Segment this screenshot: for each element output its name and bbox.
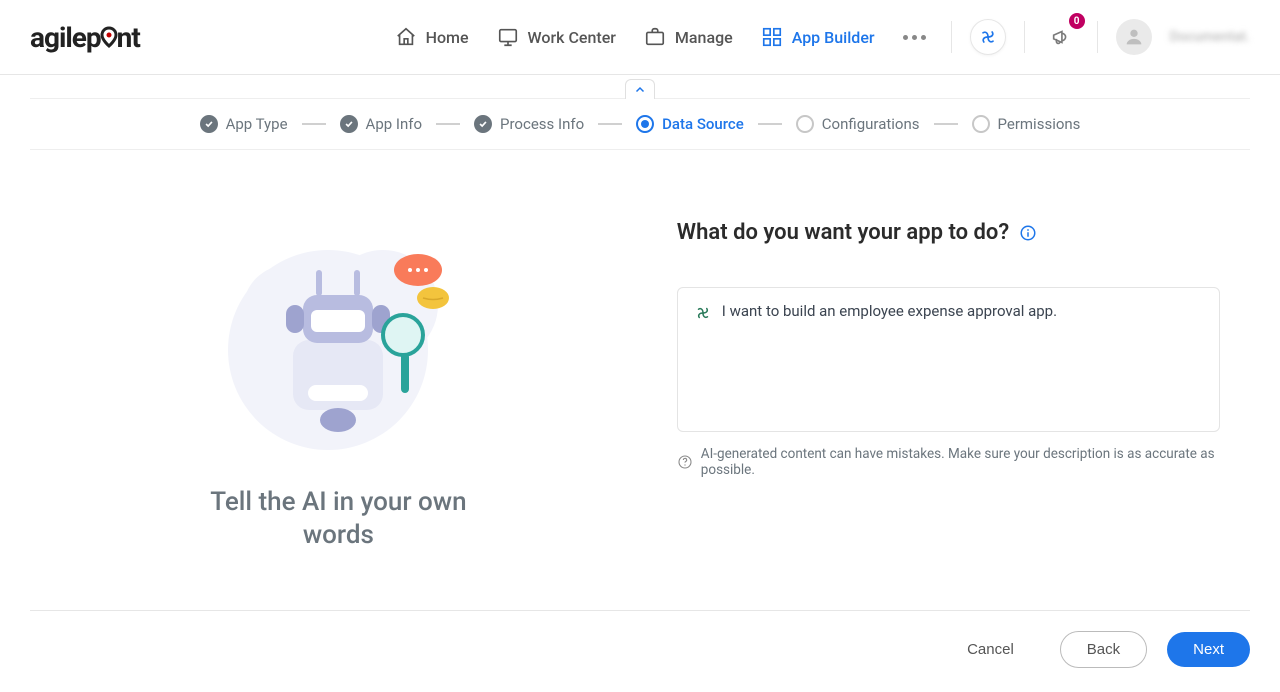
- nav-app-builder[interactable]: App Builder: [761, 26, 875, 48]
- step-label: Permissions: [998, 115, 1081, 133]
- nav-more[interactable]: [903, 35, 926, 40]
- dot-icon: [903, 35, 908, 40]
- help-icon: [677, 454, 693, 470]
- next-button[interactable]: Next: [1167, 632, 1250, 667]
- step-label: Data Source: [662, 115, 744, 133]
- divider: [951, 21, 952, 53]
- step-separator: [302, 123, 326, 125]
- info-icon[interactable]: [1019, 224, 1037, 242]
- step-label: Configurations: [822, 115, 920, 133]
- left-column: Tell the AI in your own words: [60, 210, 617, 551]
- brand-logo: agilep nt: [30, 21, 140, 54]
- empty-circle-icon: [972, 115, 990, 133]
- illustration-tagline: Tell the AI in your own words: [188, 486, 488, 551]
- step-label: App Type: [226, 115, 288, 133]
- pinwheel-icon: [978, 27, 998, 47]
- step-label: Process Info: [500, 115, 584, 133]
- nav-work-center-label: Work Center: [528, 28, 616, 47]
- divider: [1024, 21, 1025, 53]
- collapse-stepper-toggle[interactable]: [625, 79, 655, 99]
- step-process-info[interactable]: Process Info: [474, 115, 584, 133]
- ai-description-input[interactable]: [677, 287, 1220, 432]
- ai-disclaimer-text: AI-generated content can have mistakes. …: [701, 446, 1220, 478]
- robot-illustration: [208, 210, 468, 470]
- dot-icon: [921, 35, 926, 40]
- prompt-heading-text: What do you want your app to do?: [677, 220, 1009, 245]
- step-app-info[interactable]: App Info: [340, 115, 422, 133]
- nav-home[interactable]: Home: [395, 26, 469, 48]
- nav-manage-label: Manage: [675, 28, 733, 47]
- brand-text-2: nt: [117, 21, 140, 54]
- pinwheel-icon: [694, 304, 712, 322]
- footer: Cancel Back Next: [0, 610, 1280, 692]
- content: Tell the AI in your own words What do yo…: [30, 150, 1250, 551]
- ai-assist-button[interactable]: [970, 19, 1006, 55]
- ai-description-textarea[interactable]: [722, 302, 1203, 417]
- empty-circle-icon: [796, 115, 814, 133]
- briefcase-icon: [644, 26, 666, 48]
- page: App Type App Info Process Info Data Sour…: [0, 79, 1280, 551]
- step-data-source[interactable]: Data Source: [636, 115, 744, 133]
- active-circle-icon: [636, 115, 654, 133]
- check-circle-icon: [200, 115, 218, 133]
- ai-disclaimer: AI-generated content can have mistakes. …: [677, 446, 1220, 478]
- nav-home-label: Home: [426, 28, 469, 47]
- person-icon: [1123, 26, 1145, 48]
- user-name: Documentat.: [1170, 29, 1250, 45]
- chevron-up-icon: [634, 84, 646, 96]
- back-button[interactable]: Back: [1060, 631, 1147, 668]
- step-separator: [934, 123, 958, 125]
- check-circle-icon: [340, 115, 358, 133]
- notification-badge: 0: [1069, 13, 1085, 29]
- nav-app-builder-label: App Builder: [792, 28, 875, 47]
- divider: [1097, 21, 1098, 53]
- step-separator: [758, 123, 782, 125]
- toolbar-right: 0 Documentat.: [951, 19, 1250, 55]
- topbar: agilep nt Home Work Center Manage: [0, 0, 1280, 75]
- step-label: App Info: [366, 115, 422, 133]
- footer-actions: Cancel Back Next: [30, 610, 1250, 668]
- stepper: App Type App Info Process Info Data Sour…: [30, 98, 1250, 150]
- brand-pin-icon: [100, 26, 118, 48]
- step-permissions[interactable]: Permissions: [972, 115, 1081, 133]
- step-configurations[interactable]: Configurations: [796, 115, 920, 133]
- home-icon: [395, 26, 417, 48]
- step-separator: [598, 123, 622, 125]
- notifications-button[interactable]: 0: [1043, 19, 1079, 55]
- monitor-icon: [497, 26, 519, 48]
- user-avatar[interactable]: [1116, 19, 1152, 55]
- right-column: What do you want your app to do? AI-gene…: [677, 210, 1220, 551]
- prompt-heading: What do you want your app to do?: [677, 220, 1220, 245]
- grid-icon: [761, 26, 783, 48]
- nav-work-center[interactable]: Work Center: [497, 26, 616, 48]
- dot-icon: [912, 35, 917, 40]
- brand-text-1: agilep: [30, 21, 101, 54]
- nav-manage[interactable]: Manage: [644, 26, 733, 48]
- megaphone-icon: [1050, 26, 1072, 48]
- step-separator: [436, 123, 460, 125]
- check-circle-icon: [474, 115, 492, 133]
- nav-items: Home Work Center Manage App Builder: [395, 26, 926, 48]
- cancel-button[interactable]: Cancel: [941, 632, 1040, 667]
- step-app-type[interactable]: App Type: [200, 115, 288, 133]
